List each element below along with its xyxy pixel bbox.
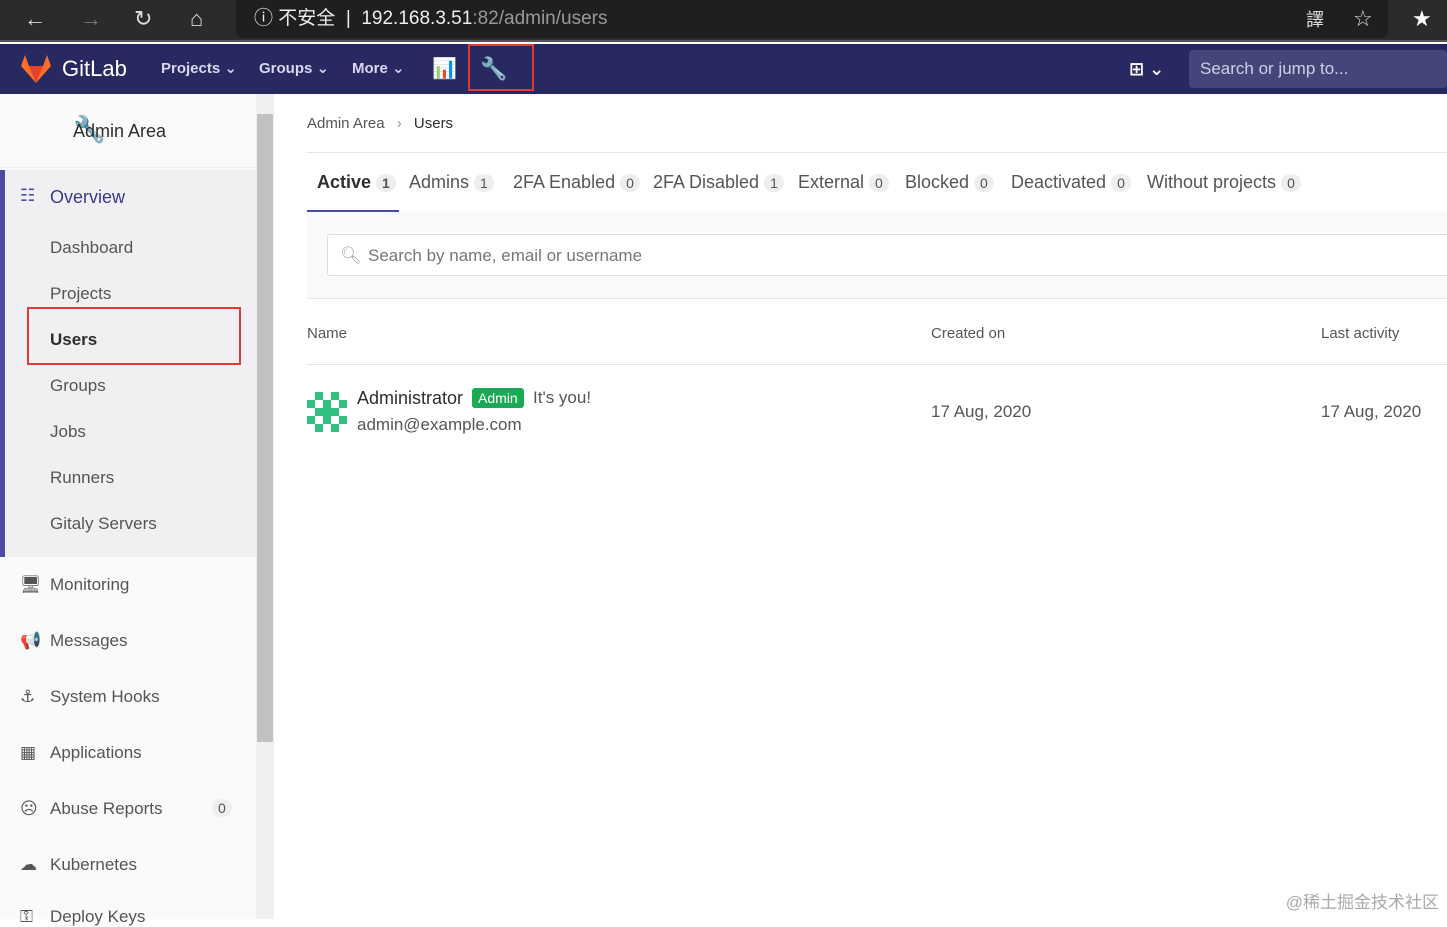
wrench-icon[interactable]: 🔧 (480, 44, 507, 94)
reload-icon[interactable]: ↻ (134, 6, 152, 32)
back-icon[interactable]: ← (24, 6, 46, 32)
cloud-gear-icon: ☁ (20, 855, 37, 874)
overview-icon: ☷ (20, 186, 36, 205)
admin-badge: Admin (472, 388, 524, 408)
header-name: Name (307, 325, 348, 342)
sidebar-item-gitaly-servers[interactable]: Gitaly Servers (50, 514, 157, 534)
sidebar-scrollbar[interactable] (256, 94, 274, 919)
home-icon[interactable]: ⌂ (190, 6, 203, 32)
breadcrumb: Admin Area › Users (307, 115, 1447, 153)
user-name-link[interactable]: Administrator (357, 388, 463, 409)
watermark: @稀土掘金技术社区 (1285, 893, 1439, 912)
tab-without-projects[interactable]: Without projects 0 (1147, 172, 1301, 193)
user-email: admin@example.com (357, 415, 522, 434)
sidebar-item-monitoring[interactable]: Monitoring (50, 575, 129, 595)
megaphone-icon: 📢 (20, 631, 42, 650)
gitlab-logo-icon[interactable] (20, 54, 52, 84)
sidebar-item-overview[interactable]: Overview (50, 187, 125, 208)
tab-deactivated[interactable]: Deactivated 0 (1011, 172, 1131, 193)
new-plus-icon[interactable]: ⊞ ⌄ (1129, 44, 1164, 94)
forward-icon[interactable]: → (80, 6, 102, 32)
apps-icon: ▦ (20, 743, 37, 762)
browser-toolbar: ← → ↻ ⌂ ⓘ 不安全 | 192.168.3.51:82/admin/us… (0, 0, 1447, 42)
key-icon: ⚿ (20, 907, 33, 926)
sidebar-item-jobs[interactable]: Jobs (50, 422, 86, 442)
avatar[interactable] (307, 392, 347, 432)
scrollbar-thumb[interactable] (257, 114, 273, 742)
filter-bar: 🔍︎ Search by name, email or username (307, 212, 1447, 299)
groups-menu[interactable]: Groups ⌄ (259, 44, 329, 94)
tab-2fa-disabled[interactable]: 2FA Disabled 1 (653, 172, 784, 193)
tab-2fa-enabled[interactable]: 2FA Enabled 0 (513, 172, 640, 193)
sidebar-item-abuse-reports[interactable]: Abuse Reports (50, 799, 162, 819)
sidebar-item-system-hooks[interactable]: System Hooks (50, 687, 160, 707)
security-label: 不安全 (278, 8, 336, 29)
sidebar-item-dashboard[interactable]: Dashboard (50, 238, 133, 258)
address-bar[interactable]: ⓘ 不安全 | 192.168.3.51:82/admin/users (236, 0, 1388, 38)
created-on: 17 Aug, 2020 (931, 402, 1032, 421)
tab-external[interactable]: External 0 (798, 172, 889, 193)
user-search-input[interactable]: 🔍︎ Search by name, email or username (327, 234, 1447, 276)
sidebar-item-deploy-keys[interactable]: Deploy Keys (50, 907, 145, 927)
tab-active[interactable]: Active 1 (317, 172, 396, 193)
breadcrumb-admin-area[interactable]: Admin Area (307, 115, 385, 132)
url-host: 192.168.3.51 (361, 8, 473, 29)
bookmark-star-icon[interactable]: ☆ (1353, 6, 1373, 32)
breadcrumb-users: Users (413, 115, 454, 132)
sidebar-item-kubernetes[interactable]: Kubernetes (50, 855, 137, 875)
header-last-activity: Last activity (1321, 325, 1400, 342)
sidebar-item-messages[interactable]: Messages (50, 631, 127, 651)
brand[interactable]: GitLab (62, 44, 127, 94)
sidebar-title: Admin Area (73, 121, 167, 141)
sidebar-item-groups[interactable]: Groups (50, 376, 106, 396)
url-path: :82/admin/users (472, 8, 608, 29)
more-menu[interactable]: More ⌄ (352, 44, 405, 94)
tab-blocked[interactable]: Blocked 0 (905, 172, 994, 193)
tab-admins[interactable]: Admins 1 (409, 172, 494, 193)
header-created-on: Created on (931, 325, 1006, 342)
sidebar-item-projects[interactable]: Projects (50, 284, 111, 304)
anchor-icon: ⚓ (20, 687, 36, 706)
translate-icon[interactable]: 譯 (1306, 6, 1324, 32)
sidebar-item-users[interactable]: Users (50, 330, 97, 350)
projects-menu[interactable]: Projects ⌄ (161, 44, 237, 94)
favorites-icon[interactable]: ★ (1412, 6, 1432, 32)
global-search-input[interactable]: Search or jump to... (1189, 50, 1447, 88)
search-icon: 🔍︎ (340, 246, 362, 265)
sidebar: 🔧 Admin Area ☷ Overview Dashboard Project… (0, 94, 256, 926)
its-you-label: It's you! (533, 388, 592, 407)
sad-face-icon: ☹ (20, 799, 38, 818)
abuse-count-badge: 0 (212, 799, 232, 817)
monitor-icon: 🖥 (20, 575, 42, 594)
activity-chart-icon[interactable]: 📊 (432, 44, 457, 94)
sidebar-item-runners[interactable]: Runners (50, 468, 114, 488)
sidebar-item-applications[interactable]: Applications (50, 743, 142, 763)
last-activity: 17 Aug, 2020 (1321, 402, 1422, 421)
top-navbar: GitLab Projects ⌄ Groups ⌄ More ⌄ 📊 🔧 ⊞ … (0, 44, 1447, 94)
sidebar-header[interactable]: 🔧 Admin Area (0, 94, 256, 168)
